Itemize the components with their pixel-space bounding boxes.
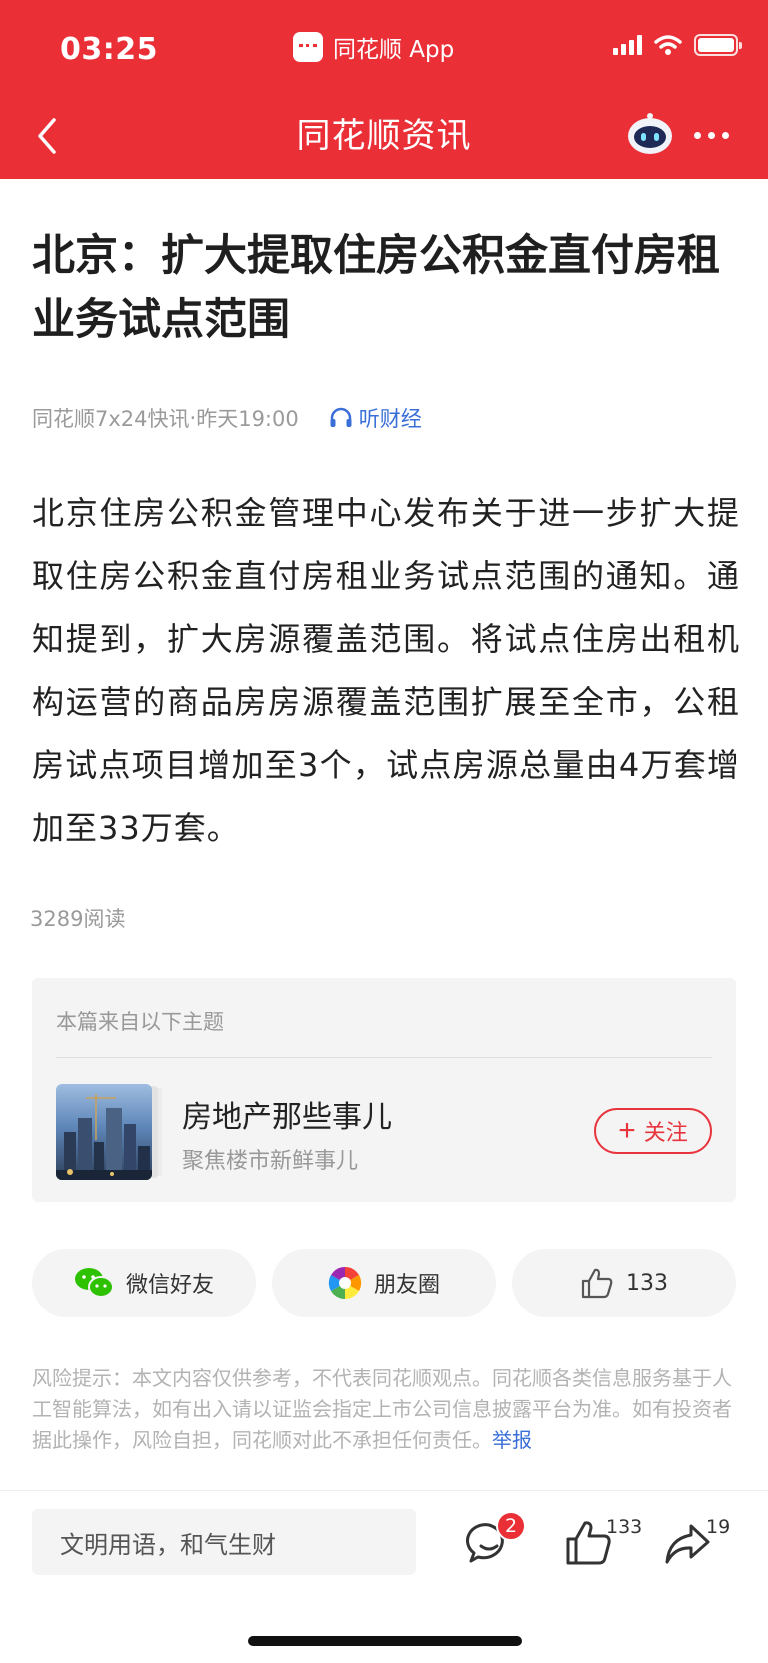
like-pill-button[interactable]: 133: [512, 1249, 736, 1317]
follow-label: 关注: [643, 1120, 688, 1145]
share-row: 微信好友 朋友圈 133: [32, 1249, 736, 1317]
wechat-icon: [74, 1268, 114, 1298]
article-body: 北京住房公积金管理中心发布关于进一步扩大提取住房公积金直付房租业务试点范围的通知…: [32, 494, 740, 847]
status-indicators: [613, 34, 742, 56]
share-wechat-label: 微信好友: [125, 1273, 214, 1298]
share-count: 19: [706, 1516, 731, 1538]
share-icon[interactable]: [662, 1518, 712, 1568]
status-time: 03:25: [60, 32, 158, 67]
app-logo-icon: [293, 32, 323, 62]
plus-icon: +: [618, 1114, 636, 1147]
read-count: 3289阅读: [30, 907, 126, 931]
more-icon[interactable]: [694, 132, 729, 139]
topic-thumbnail: [56, 1084, 152, 1180]
report-link[interactable]: 举报: [492, 1428, 532, 1452]
cellular-signal-icon: [613, 35, 642, 55]
article-headline: 北京：扩大提取住房公积金直付房租业务试点范围: [32, 231, 720, 345]
city-skyline-image: [56, 1094, 152, 1180]
topic-name: 房地产那些事儿: [182, 1100, 392, 1135]
bottom-divider: [0, 1490, 768, 1491]
share-wechat-button[interactable]: 微信好友: [32, 1249, 256, 1317]
top-header: 03:25 同花顺 App 同花顺资讯: [0, 0, 768, 179]
comment-count-badge: 2: [496, 1511, 526, 1541]
article-source: 同花顺7x24快讯: [32, 407, 190, 431]
article-meta: 同花顺7x24快讯 · 昨天19:00 听财经: [32, 403, 422, 433]
meta-separator: ·: [189, 406, 197, 430]
listen-button[interactable]: 听财经: [329, 403, 422, 433]
share-moments-label: 朋友圈: [373, 1273, 440, 1298]
like-count: 133: [606, 1516, 643, 1538]
article-time: 昨天19:00: [196, 407, 299, 431]
divider: [56, 1057, 712, 1058]
share-moments-button[interactable]: 朋友圈: [272, 1249, 496, 1317]
follow-button[interactable]: + 关注: [594, 1108, 712, 1154]
disclaimer-text: 风险提示：本文内容仅供参考，不代表同花顺观点。同花顺各类信息服务基于人工智能算法…: [32, 1366, 732, 1452]
topic-section-heading: 本篇来自以下主题: [56, 1010, 224, 1034]
wifi-icon: [654, 35, 682, 55]
comment-input[interactable]: 文明用语，和气生财: [32, 1509, 416, 1575]
status-app-name: 同花顺 App: [333, 37, 455, 63]
status-app-return[interactable]: 同花顺 App: [293, 30, 454, 64]
battery-icon: [694, 34, 742, 56]
topic-card[interactable]: 本篇来自以下主题 房地产那些事儿 聚焦楼市新鲜事儿 + 关注: [32, 978, 736, 1202]
headphones-icon: [330, 407, 352, 427]
topic-subtitle: 聚焦楼市新鲜事儿: [182, 1149, 359, 1174]
risk-disclaimer: 风险提示：本文内容仅供参考，不代表同花顺观点。同花顺各类信息服务基于人工智能算法…: [32, 1363, 736, 1456]
moments-icon: [328, 1266, 362, 1300]
home-indicator[interactable]: [248, 1636, 522, 1646]
like-pill-count: 133: [626, 1270, 668, 1296]
robot-assistant-icon[interactable]: [624, 112, 676, 156]
thumbs-up-icon: [581, 1268, 613, 1299]
listen-label: 听财经: [358, 407, 422, 431]
